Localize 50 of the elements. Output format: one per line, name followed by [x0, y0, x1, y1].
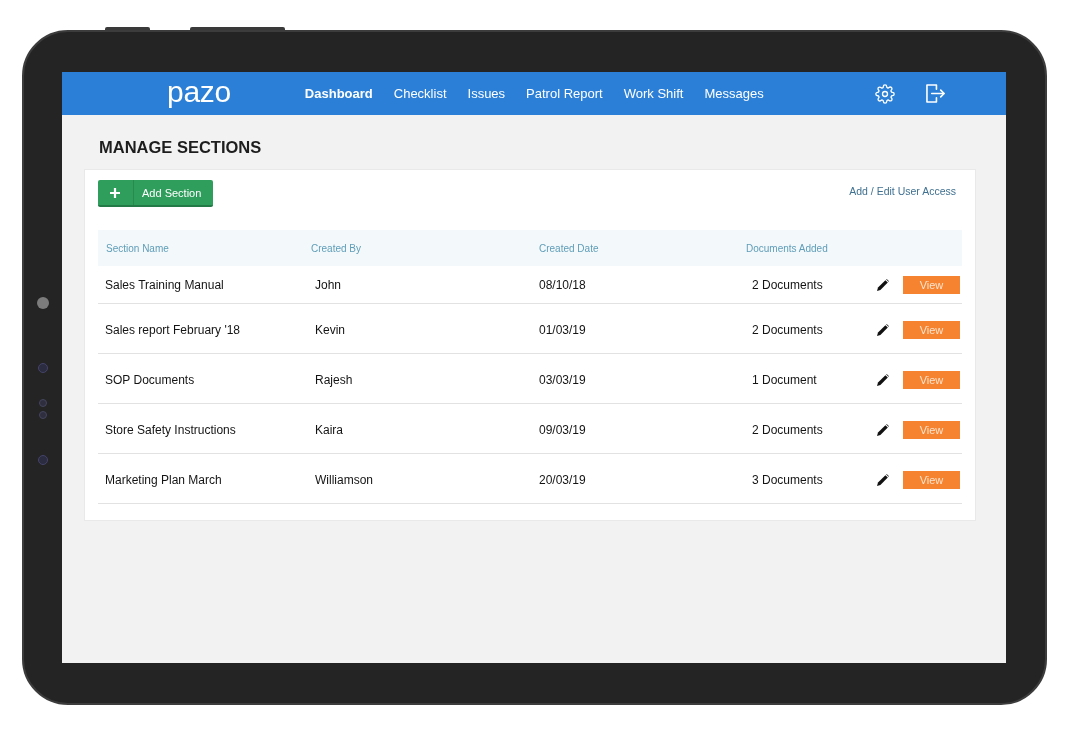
nav-link[interactable]: Work Shift	[623, 86, 684, 101]
pencil-icon[interactable]	[877, 474, 889, 486]
nav-link[interactable]: Dashboard	[304, 86, 373, 101]
table-cell-text: 09/03/19	[539, 423, 587, 437]
table-cell-text: Rajesh	[314, 373, 354, 387]
nav-link[interactable]: Checklist	[393, 86, 447, 101]
table-cell-text: 08/10/18	[539, 278, 587, 292]
column-header: Created Date	[539, 242, 600, 254]
nav-link[interactable]: Patrol Report	[526, 86, 603, 101]
pencil-icon[interactable]	[877, 324, 889, 336]
table-cell-text: 2 Documents	[751, 423, 824, 437]
table-cell-text: John	[314, 278, 343, 292]
table-cell-text: 2 Documents	[751, 278, 824, 292]
view-button[interactable]: View	[903, 321, 960, 339]
column-header: Created By	[311, 242, 363, 254]
sensor-icon	[38, 455, 48, 465]
sensor-icon	[38, 363, 48, 373]
view-button[interactable]: View	[903, 471, 960, 489]
settings-icon[interactable]	[875, 83, 895, 104]
table-cell-text: Sales report February '18	[104, 323, 242, 337]
table-cell-text: 03/03/19	[539, 373, 587, 387]
add-section-button[interactable]: Add Section	[98, 180, 213, 207]
column-header: Section Name	[105, 242, 170, 254]
table-cell-text: 20/03/19	[539, 473, 587, 487]
pencil-icon[interactable]	[877, 374, 889, 386]
logo: pazo	[167, 76, 231, 107]
table-cell-text: Store Safety Instructions	[104, 423, 237, 437]
nav-link[interactable]: Messages	[704, 86, 764, 101]
logout-icon[interactable]	[926, 84, 945, 103]
pencil-icon[interactable]	[877, 279, 889, 291]
table-cell-text: 1 Document	[751, 373, 818, 387]
table-cell-text: Sales Training Manual	[104, 278, 225, 292]
table-cell-text: Kevin	[314, 323, 347, 337]
table-cell-text: 2 Documents	[751, 323, 824, 337]
plus-icon	[110, 187, 120, 198]
page-title: MANAGE SECTIONS	[99, 137, 263, 157]
column-header: Documents Added	[746, 242, 829, 254]
nav-link[interactable]: Issues	[467, 86, 506, 101]
table-cell-text: 01/03/19	[539, 323, 587, 337]
table-cell-text: Marketing Plan March	[104, 473, 223, 487]
camera-icon	[37, 297, 49, 309]
user-access-link[interactable]: Add / Edit User Access	[849, 185, 956, 197]
view-button[interactable]: View	[903, 421, 960, 439]
pencil-icon[interactable]	[877, 424, 889, 436]
table-cell-text: Kaira	[314, 423, 344, 437]
table-cell-text: SOP Documents	[104, 373, 196, 387]
view-button[interactable]: View	[903, 276, 960, 294]
view-button[interactable]: View	[903, 371, 960, 389]
table-cell-text: 3 Documents	[751, 473, 824, 487]
table-cell-text: Williamson	[314, 473, 374, 487]
